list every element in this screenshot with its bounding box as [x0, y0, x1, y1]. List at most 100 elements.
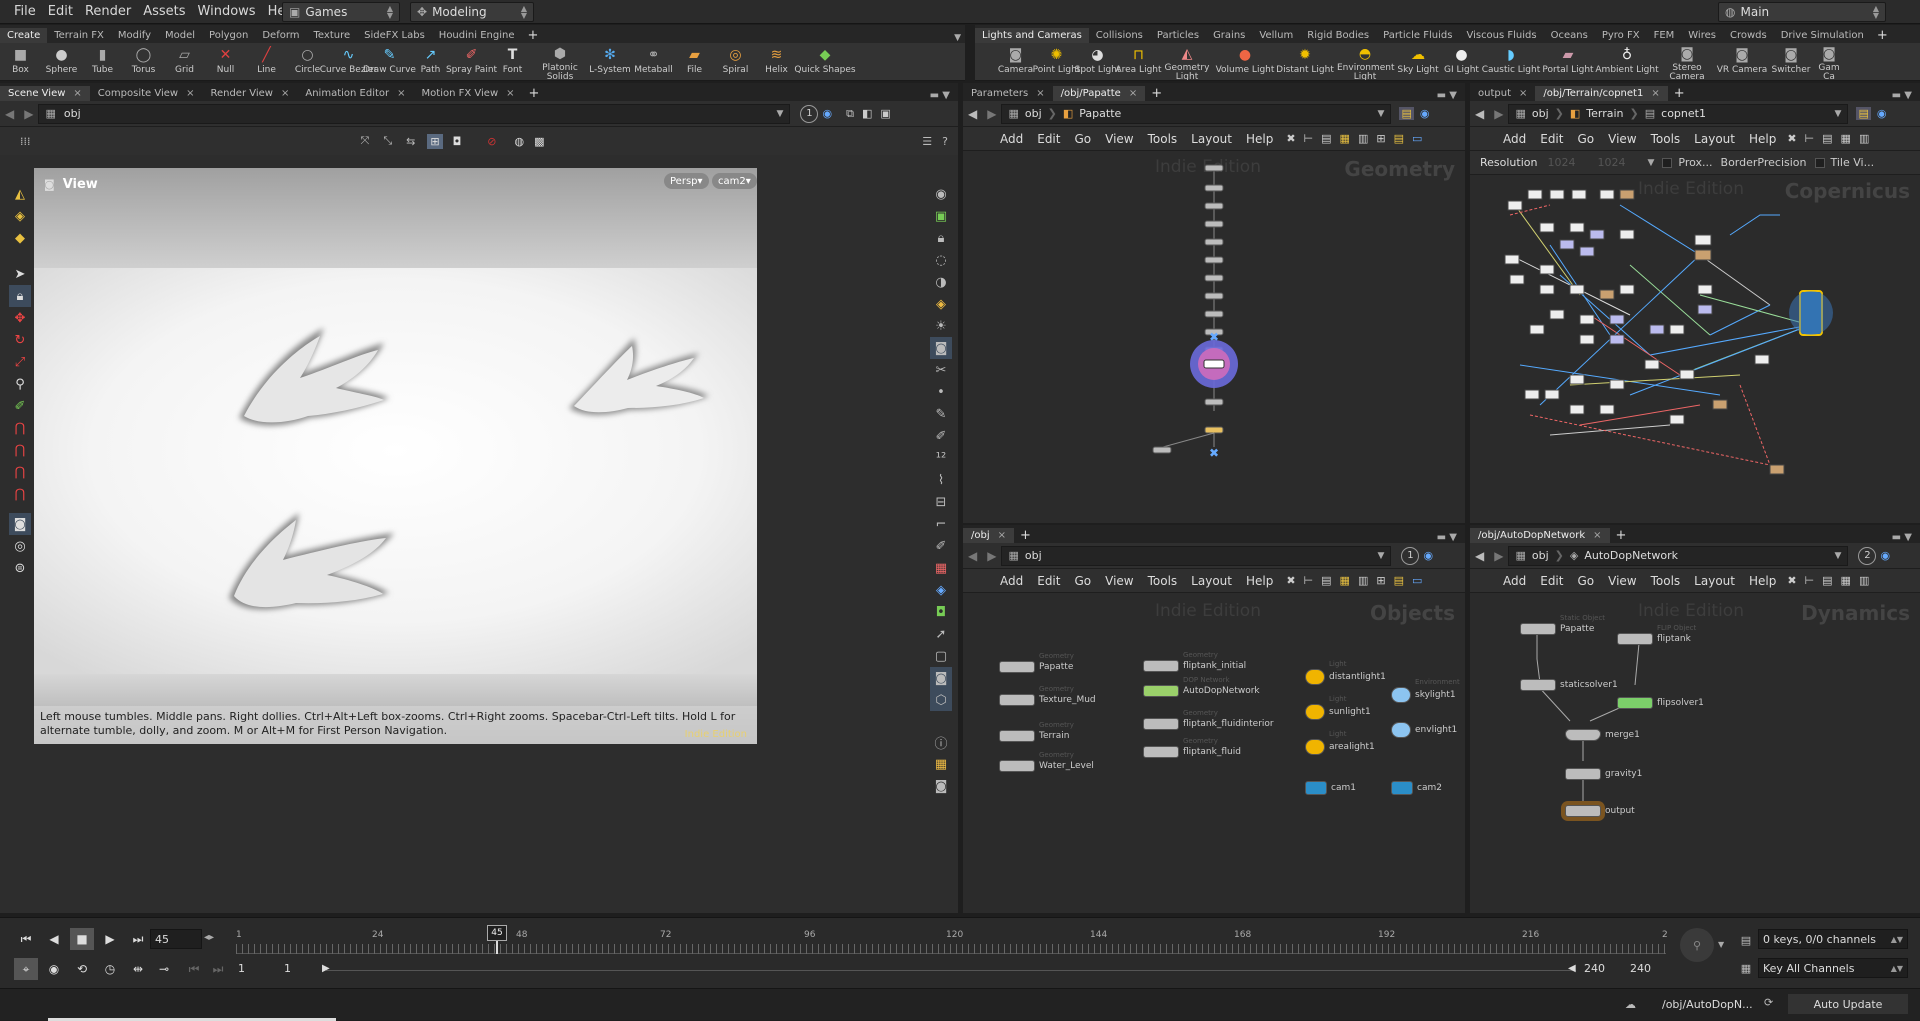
node-distantlight1[interactable]: Light distantlight1 — [1305, 660, 1386, 685]
camera-b-tool-icon[interactable]: ◎ — [9, 535, 31, 557]
node-skylight1[interactable]: Environment skylight1 — [1391, 678, 1460, 703]
range-icon[interactable]: ⇹ — [126, 958, 150, 980]
menu-help[interactable]: Help — [1742, 132, 1783, 146]
record-icon[interactable]: ⊘ — [487, 135, 496, 148]
note-icon[interactable]: ▤ — [1394, 574, 1404, 587]
menu-go[interactable]: Go — [1570, 574, 1601, 588]
select-objects-icon[interactable]: ⊞ — [427, 133, 443, 149]
key-all-channels-field[interactable]: Key All Channels ▲▼ — [1758, 958, 1908, 978]
link-icon[interactable]: ◉ — [1420, 107, 1430, 120]
tool-point-light[interactable]: ✺ Point Light — [1033, 43, 1081, 80]
menu-go[interactable]: Go — [1067, 574, 1098, 588]
tool-distant-light[interactable]: ✹ Distant Light — [1275, 43, 1335, 80]
link-icon[interactable]: ◉ — [1423, 549, 1433, 562]
shelf-tab[interactable]: FEM — [1647, 28, 1682, 43]
help-icon[interactable]: ? — [942, 135, 948, 148]
menu-view[interactable]: View — [1098, 574, 1140, 588]
node-envlight1[interactable]: envlight1 — [1391, 722, 1457, 738]
desktop-dropdown[interactable]: ▣ Games ▲ ▼ — [282, 2, 400, 22]
tool-geometry-light[interactable]: ◭ Geometry Light — [1159, 43, 1215, 80]
link-icon[interactable]: ◉ — [1880, 549, 1890, 562]
stack-icon[interactable]: ⊟ — [930, 491, 952, 513]
forward-arrow-icon[interactable]: ▶ — [19, 107, 38, 121]
tool-game-camera[interactable]: ◙ Gam Ca — [1814, 43, 1844, 80]
add-tab-button[interactable]: + — [523, 86, 546, 101]
geo-path-field[interactable]: ▦ obj ❯ ◧ Papatte ▼ — [1001, 103, 1392, 124]
chevron-down-icon[interactable]: ▼ — [1718, 940, 1724, 949]
tool-draw-curve[interactable]: ✎ Draw Curve — [363, 43, 416, 80]
start-frame-field[interactable]: 1 — [238, 962, 245, 975]
tree-icon[interactable]: ⊢ — [1805, 132, 1815, 145]
dopesheet-icon[interactable]: ▤ — [1736, 930, 1756, 950]
dop-node-merge1[interactable]: merge1 — [1565, 729, 1640, 741]
tool-path[interactable]: ↗ Path — [410, 43, 451, 80]
menu-edit[interactable]: Edit — [1533, 574, 1570, 588]
menu-go[interactable]: Go — [1067, 132, 1098, 146]
close-icon[interactable]: × — [1651, 88, 1659, 99]
menu-help[interactable]: Help — [1239, 132, 1280, 146]
corner-icon[interactable]: ⌐ — [930, 513, 952, 535]
display-options-icon[interactable]: ⧉ — [846, 107, 854, 121]
prev-key-icon[interactable]: ⏮ — [182, 958, 206, 980]
shelf-tab[interactable]: Modify — [111, 28, 158, 43]
pane-menu-icon[interactable]: ▬ ▼ — [922, 90, 958, 101]
play-icon[interactable]: ▶ — [98, 928, 122, 950]
tool-file[interactable]: ▰ File — [674, 43, 715, 80]
time-ruler[interactable]: 1 24 48 72 96 120 144 168 192 216 2 45 — [236, 925, 1668, 954]
range-end-field[interactable]: 240 — [1584, 962, 1605, 975]
network-icon[interactable]: ⊞ — [1376, 574, 1385, 587]
camera-cap-icon[interactable]: ◙ — [930, 667, 952, 689]
range-start-field[interactable]: 1 — [284, 962, 291, 975]
keyframe-icon[interactable]: ⊸ — [152, 958, 176, 980]
grid-view-icon[interactable]: ▦ — [1841, 132, 1851, 145]
shelf-tab[interactable]: Collisions — [1089, 28, 1150, 43]
select-points-icon[interactable]: ⤡ — [383, 134, 392, 148]
tool-ambient-light[interactable]: ♁ Ambient Light — [1595, 43, 1658, 80]
tab-obj-papatte[interactable]: /obj/Papatte × — [1052, 86, 1146, 101]
menu-edit[interactable]: Edit — [42, 4, 79, 19]
tab-autodopnetwork[interactable]: /obj/AutoDopNetwork × — [1470, 528, 1610, 543]
node-terrain[interactable]: Geometry Terrain — [999, 721, 1074, 742]
bulb-icon[interactable]: ☀ — [930, 315, 952, 337]
tool-line[interactable]: ╱ Line — [246, 43, 287, 80]
close-icon[interactable]: × — [506, 88, 514, 99]
jump-end-icon[interactable]: ⏭ — [126, 928, 150, 950]
shelf-tab[interactable]: Create — [0, 28, 48, 43]
list-icon[interactable]: ▤ — [1822, 132, 1832, 145]
cop-network-canvas[interactable]: Indie Edition Copernicus — [1470, 175, 1920, 523]
node-fliptank-initial[interactable]: Geometry fliptank_initial — [1143, 651, 1246, 672]
magnet-d-tool-icon[interactable]: ⋂ — [9, 483, 31, 505]
magnet-c-tool-icon[interactable]: ⋂ — [9, 461, 31, 483]
close-icon[interactable]: × — [1593, 530, 1601, 541]
grid-view-icon[interactable]: ▦ — [1340, 574, 1350, 587]
dop-node-flipsolver1[interactable]: flipsolver1 — [1617, 697, 1704, 709]
pane-menu-icon[interactable]: ▬ ▼ — [1884, 532, 1920, 543]
tool-vr-camera[interactable]: ◙ VR Camera — [1716, 43, 1768, 80]
end-frame-field[interactable]: 240 — [1630, 962, 1651, 975]
tab-animation-editor[interactable]: Animation Editor × — [297, 86, 413, 101]
display-menu-icon[interactable]: ☰ — [922, 135, 932, 148]
tab-render-view[interactable]: Render View × — [202, 86, 297, 101]
view-tool-icon[interactable]: ◭ — [9, 183, 31, 205]
menu-add[interactable]: Add — [993, 574, 1030, 588]
obj-network-canvas[interactable]: Indie Edition Objects Geometry Papatte Ge… — [963, 593, 1465, 913]
menu-layout[interactable]: Layout — [1687, 132, 1742, 146]
close-icon[interactable]: × — [1036, 88, 1044, 99]
layout-icon[interactable]: ▦ — [930, 753, 952, 775]
tool-helix[interactable]: ≋ Helix — [756, 43, 797, 80]
pin-icon[interactable]: ▤ — [1399, 107, 1414, 120]
list-icon[interactable]: ▤ — [1321, 574, 1331, 587]
select-tool-icon[interactable]: ➤ — [9, 263, 31, 285]
jump-start-icon[interactable]: ⏮ — [14, 928, 38, 950]
tree-icon[interactable]: ⊢ — [1304, 132, 1314, 145]
camera-view-icon[interactable]: ◧ — [862, 107, 872, 120]
matte-icon[interactable]: ◘ — [930, 601, 952, 623]
close-icon[interactable]: × — [1519, 88, 1527, 99]
tool-sphere[interactable]: ● Sphere — [41, 43, 82, 80]
display-icon[interactable]: ▣ — [930, 205, 952, 227]
pen-icon[interactable]: ✐ — [930, 425, 952, 447]
grid-view-icon[interactable]: ▦ — [1841, 574, 1851, 587]
menu-help[interactable]: Help — [1742, 574, 1783, 588]
list-icon[interactable]: ▤ — [1822, 574, 1832, 587]
move-tool-icon[interactable]: ✥ — [9, 307, 31, 329]
